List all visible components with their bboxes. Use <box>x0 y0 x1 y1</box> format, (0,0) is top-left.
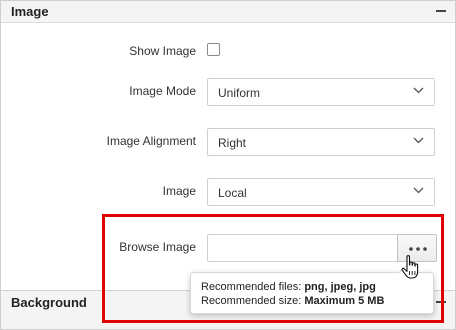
image-source-value: Local <box>218 186 247 200</box>
tooltip-size-value: Maximum 5 MB <box>304 295 385 307</box>
minus-icon[interactable] <box>435 294 447 310</box>
browse-image-input[interactable] <box>207 234 397 262</box>
image-alignment-dropdown[interactable]: Right <box>207 128 435 156</box>
chevron-down-icon <box>413 137 424 144</box>
image-mode-value: Uniform <box>218 86 261 100</box>
show-image-checkbox[interactable] <box>207 43 220 56</box>
image-mode-dropdown[interactable]: Uniform <box>207 78 435 106</box>
show-image-label: Show Image <box>129 44 196 58</box>
minus-icon[interactable] <box>435 3 447 19</box>
tooltip-size-line: Recommended size: Maximum 5 MB <box>201 294 384 308</box>
image-alignment-value: Right <box>218 136 247 150</box>
tooltip-files-line: Recommended files: png, jpeg, jpg <box>201 280 376 294</box>
ellipsis-icon <box>409 247 427 251</box>
image-section-header[interactable]: Image <box>1 1 455 23</box>
browse-image-label: Browse Image <box>119 240 196 254</box>
hand-pointer-icon <box>401 255 419 279</box>
background-section-title: Background <box>11 295 87 310</box>
chevron-down-icon <box>413 87 424 94</box>
image-alignment-label: Image Alignment <box>106 134 196 148</box>
tooltip-size-prefix: Recommended size: <box>201 295 305 307</box>
image-section-title: Image <box>11 4 49 19</box>
image-source-label: Image <box>162 184 196 198</box>
properties-panel: Image Show Image Image Mode Uniform Imag… <box>0 0 456 330</box>
tooltip-files-prefix: Recommended files: <box>201 281 305 293</box>
image-source-dropdown[interactable]: Local <box>207 178 435 206</box>
chevron-down-icon <box>413 187 424 194</box>
browse-tooltip: Recommended files: png, jpeg, jpg Recomm… <box>190 264 434 314</box>
tooltip-files-value: png, jpeg, jpg <box>304 281 376 293</box>
image-mode-label: Image Mode <box>129 84 196 98</box>
